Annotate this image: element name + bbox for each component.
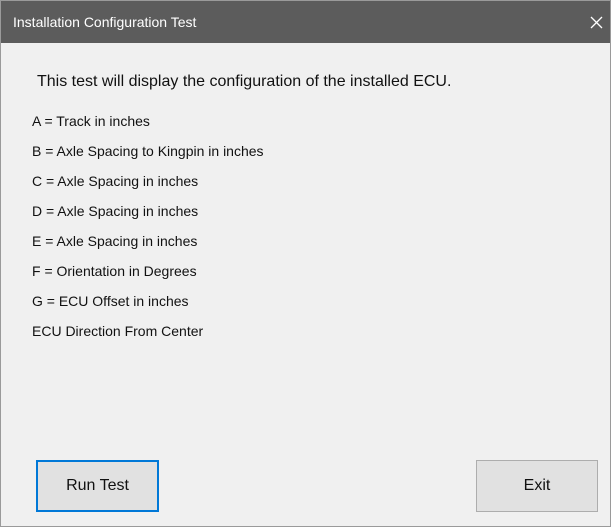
exit-button[interactable]: Exit xyxy=(476,460,598,512)
title-bar[interactable]: Installation Configuration Test xyxy=(1,1,610,43)
parameter-list: A = Track in inches B = Axle Spacing to … xyxy=(32,106,264,346)
window-title: Installation Configuration Test xyxy=(13,14,197,30)
parameter-e: E = Axle Spacing in inches xyxy=(32,233,198,249)
close-icon xyxy=(590,16,603,29)
parameter-g: G = ECU Offset in inches xyxy=(32,293,189,309)
dialog-window: Installation Configuration Test This tes… xyxy=(0,0,611,527)
intro-text: This test will display the configuration… xyxy=(37,73,452,90)
run-test-button[interactable]: Run Test xyxy=(36,460,159,512)
parameter-f: F = Orientation in Degrees xyxy=(32,263,197,279)
parameter-ecu-direction: ECU Direction From Center xyxy=(32,323,204,339)
parameter-c: C = Axle Spacing in inches xyxy=(32,173,199,189)
parameter-a: A = Track in inches xyxy=(32,113,150,129)
parameter-d: D = Axle Spacing in inches xyxy=(32,203,199,219)
parameter-b: B = Axle Spacing to Kingpin in inches xyxy=(32,143,264,159)
close-button[interactable] xyxy=(584,1,610,43)
